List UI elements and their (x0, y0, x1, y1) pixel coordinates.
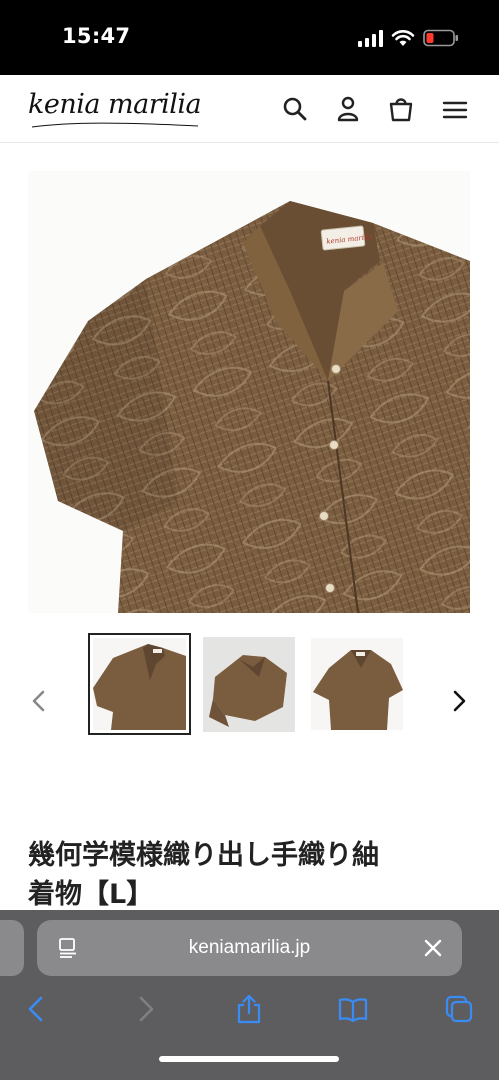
thumbnail-3[interactable] (311, 638, 403, 730)
status-time: 15:47 (62, 24, 131, 48)
thumbnail-2-image (203, 637, 295, 732)
thumbnail-1[interactable] (88, 633, 191, 735)
cellular-signal-icon (358, 30, 383, 47)
logo-flourish (31, 122, 199, 128)
url-text[interactable]: keniamarilia.jp (37, 937, 462, 959)
thumbnail-1-image (93, 638, 186, 730)
chevron-left-icon[interactable] (27, 688, 51, 714)
forward-icon[interactable] (130, 994, 160, 1024)
menu-icon[interactable] (441, 95, 469, 123)
site-header: kenia marilia (0, 75, 499, 143)
share-icon[interactable] (234, 994, 264, 1024)
product-title: 幾何学模様織り出し手織り紬 着物【L】 (28, 836, 468, 914)
thumbnail-3-image (311, 638, 403, 730)
wifi-icon (391, 30, 415, 46)
home-indicator[interactable] (159, 1056, 339, 1062)
tabs-icon[interactable] (444, 994, 474, 1024)
status-icons (357, 27, 459, 49)
product-title-line-2: 着物【L】 (28, 879, 154, 910)
battery-low-icon (423, 29, 458, 47)
cart-icon[interactable] (387, 95, 415, 123)
product-main-image[interactable]: kenia marilia (28, 171, 470, 613)
site-logo[interactable]: kenia marilia (28, 89, 202, 120)
search-icon[interactable] (281, 95, 309, 123)
thumbnail-2[interactable] (203, 637, 295, 732)
bookmarks-icon[interactable] (338, 994, 368, 1024)
browser-toolbar (0, 990, 499, 1080)
product-title-line-1: 幾何学模様織り出し手織り紬 (28, 840, 379, 871)
back-icon[interactable] (22, 994, 52, 1024)
address-bar[interactable]: keniamarilia.jp (37, 920, 462, 976)
account-icon[interactable] (334, 95, 362, 123)
close-icon[interactable] (422, 937, 444, 959)
browser-address-area: keniamarilia.jp (0, 910, 499, 990)
chevron-right-icon[interactable] (447, 688, 471, 714)
shirt-illustration: kenia marilia (34, 201, 470, 613)
status-bar: 15:47 (0, 0, 499, 75)
previous-tab-stub[interactable] (0, 920, 24, 976)
